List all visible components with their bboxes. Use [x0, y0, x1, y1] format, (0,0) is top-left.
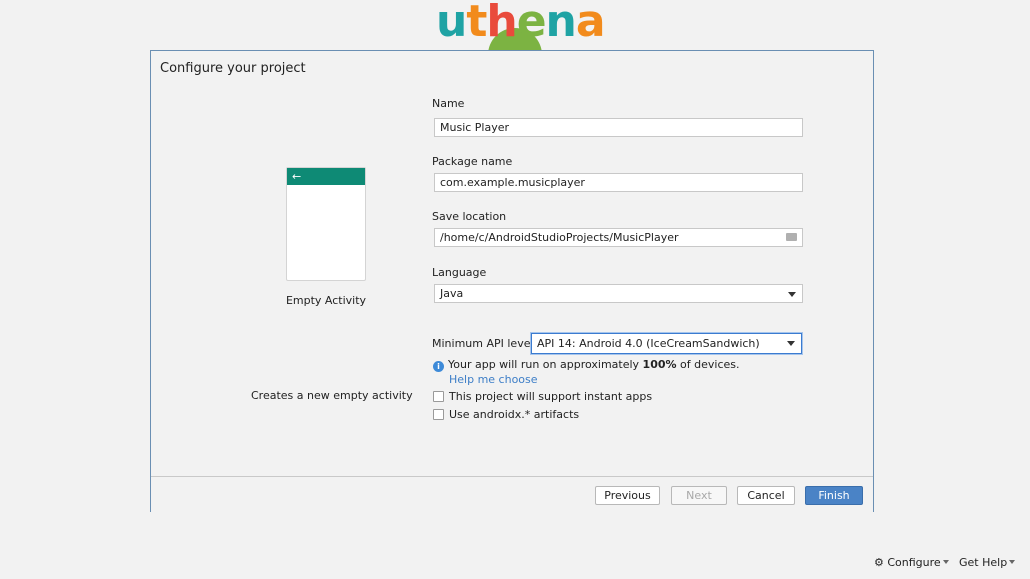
finish-button[interactable]: Finish: [805, 486, 863, 505]
next-button[interactable]: Next: [671, 486, 727, 505]
info-percent: 100%: [642, 358, 677, 371]
chevron-down-icon: [1009, 560, 1016, 564]
configure-project-dialog: Configure your project ← Empty Activity …: [150, 50, 874, 512]
name-label: Name: [432, 97, 465, 110]
chevron-down-icon: [788, 292, 796, 297]
help-me-choose-link[interactable]: Help me choose: [449, 373, 538, 386]
language-select[interactable]: Java: [434, 284, 803, 303]
get-help-label: Get Help: [959, 556, 1008, 569]
logo-text: uthena: [436, 0, 606, 47]
min-api-value: API 14: Android 4.0 (IceCreamSandwich): [537, 337, 760, 350]
preview-app-bar: ←: [287, 168, 365, 185]
package-name-label: Package name: [432, 155, 513, 168]
previous-button[interactable]: Previous: [595, 486, 660, 505]
uthena-logo: uthena: [436, 0, 606, 68]
androidx-label: Use androidx.* artifacts: [449, 408, 580, 421]
info-icon: i: [433, 361, 444, 372]
language-value: Java: [440, 287, 464, 300]
instant-apps-option[interactable]: This project will support instant apps: [433, 390, 652, 403]
min-api-label: Minimum API level: [432, 337, 534, 350]
configure-label: Configure: [887, 556, 941, 569]
instant-apps-checkbox[interactable]: [433, 391, 444, 402]
activity-name: Empty Activity: [285, 294, 367, 307]
name-field[interactable]: Music Player: [434, 118, 803, 137]
activity-description: Creates a new empty activity: [251, 389, 413, 402]
info-suffix: of devices.: [676, 358, 740, 371]
dialog-footer: Previous Next Cancel Finish: [151, 476, 873, 512]
chevron-down-icon: [787, 341, 795, 346]
save-location-field[interactable]: /home/c/AndroidStudioProjects/MusicPlaye…: [434, 228, 803, 247]
back-arrow-icon: ←: [292, 170, 302, 183]
activity-preview: ←: [286, 167, 366, 281]
gear-icon: ⚙: [874, 556, 884, 569]
androidx-option[interactable]: Use androidx.* artifacts: [433, 408, 579, 421]
cancel-button[interactable]: Cancel: [737, 486, 795, 505]
save-location-label: Save location: [432, 210, 507, 223]
configure-menu[interactable]: ⚙ Configure: [874, 556, 949, 569]
instant-apps-label: This project will support instant apps: [449, 390, 653, 403]
folder-icon[interactable]: [786, 233, 797, 241]
chevron-down-icon: [942, 560, 949, 564]
api-coverage-info: i Your app will run on approximately 100%…: [433, 358, 740, 372]
dialog-title: Configure your project: [160, 61, 306, 76]
save-location-value: /home/c/AndroidStudioProjects/MusicPlaye…: [440, 231, 679, 244]
language-label: Language: [432, 266, 487, 279]
get-help-menu[interactable]: Get Help: [959, 556, 1016, 569]
androidx-checkbox[interactable]: [433, 409, 444, 420]
info-prefix: Your app will run on approximately: [448, 358, 643, 371]
package-name-field[interactable]: com.example.musicplayer: [434, 173, 803, 192]
min-api-select[interactable]: API 14: Android 4.0 (IceCreamSandwich): [531, 333, 802, 354]
